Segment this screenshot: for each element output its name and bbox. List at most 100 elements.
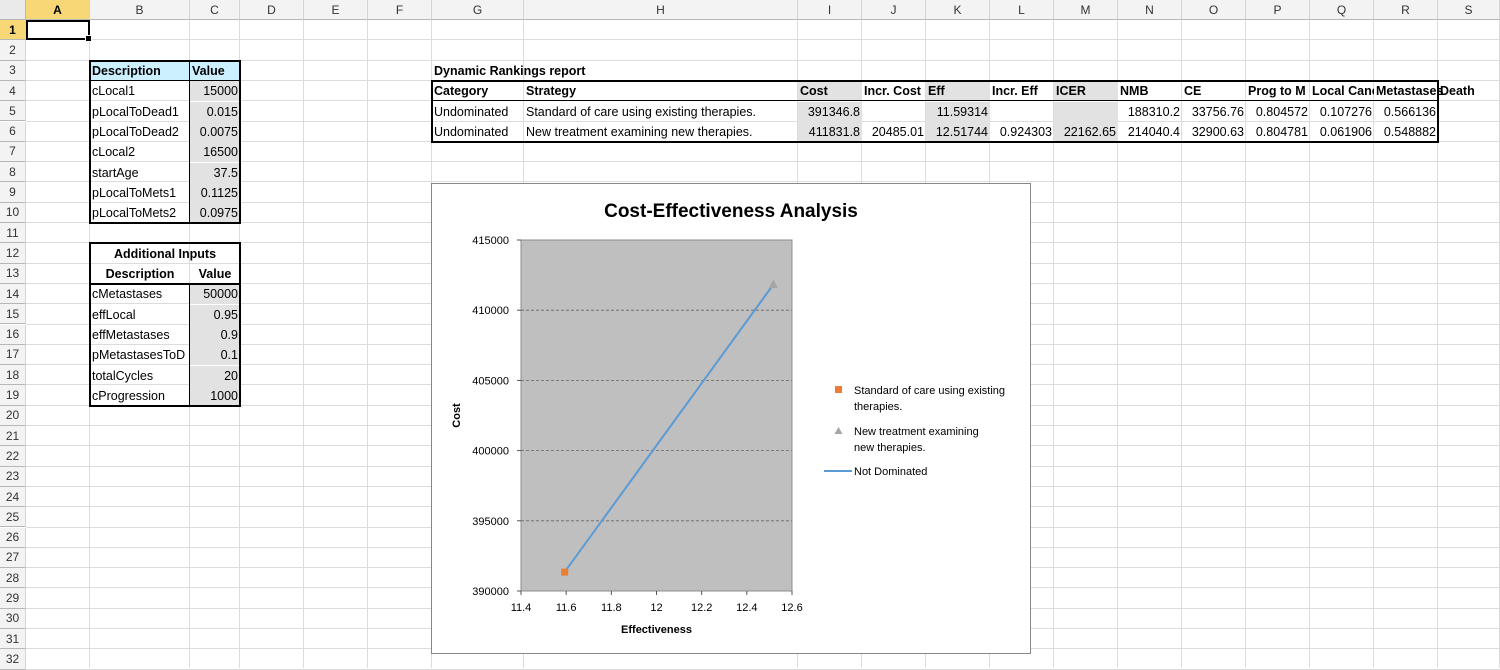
- row-header-29[interactable]: 29: [0, 588, 26, 609]
- column-header-A[interactable]: A: [26, 0, 90, 20]
- rankings-cell[interactable]: 11.59314: [926, 101, 990, 122]
- column-header-O[interactable]: O: [1182, 0, 1246, 20]
- additional-inputs-title[interactable]: Additional Inputs: [90, 244, 240, 264]
- rankings-header-11[interactable]: Metastases: [1374, 81, 1443, 101]
- row-header-12[interactable]: 12: [0, 243, 26, 264]
- active-cell-a1[interactable]: [26, 20, 92, 42]
- row-header-26[interactable]: 26: [0, 527, 26, 548]
- rankings-cell[interactable]: 0.061906: [1310, 122, 1374, 142]
- additional-value-cell[interactable]: 20: [190, 365, 240, 386]
- column-header-H[interactable]: H: [524, 0, 798, 20]
- row-header-4[interactable]: 4: [0, 80, 26, 102]
- column-header-F[interactable]: F: [368, 0, 432, 20]
- input-name-cell[interactable]: startAge: [90, 163, 190, 183]
- rankings-cell[interactable]: 214040.4: [1118, 122, 1182, 142]
- additional-name-cell[interactable]: totalCycles: [90, 366, 190, 386]
- row-header-22[interactable]: 22: [0, 446, 26, 467]
- column-header-B[interactable]: B: [90, 0, 190, 20]
- additional-value-cell[interactable]: 0.95: [190, 304, 240, 325]
- rankings-header-6[interactable]: ICER: [1054, 81, 1118, 102]
- rankings-cell[interactable]: Standard of care using existing therapie…: [524, 102, 798, 122]
- rankings-cell[interactable]: 32900.63: [1182, 122, 1246, 142]
- rankings-cell[interactable]: Undominated: [432, 102, 524, 122]
- column-header-G[interactable]: G: [432, 0, 524, 20]
- rankings-cell[interactable]: 0.548882: [1374, 122, 1438, 142]
- row-header-27[interactable]: 27: [0, 547, 26, 569]
- additional-name-cell[interactable]: cMetastases: [90, 284, 190, 304]
- rankings-header-8[interactable]: CE: [1182, 81, 1246, 101]
- input-value-cell[interactable]: 16500: [190, 142, 240, 163]
- rankings-header-3[interactable]: Incr. Cost: [862, 81, 926, 101]
- rankings-cell[interactable]: 12.51744: [926, 122, 990, 142]
- additional-name-cell[interactable]: effMetastases: [90, 325, 190, 345]
- input-name-cell[interactable]: cLocal2: [90, 142, 190, 162]
- rankings-cell[interactable]: 411831.8: [798, 122, 862, 142]
- row-header-7[interactable]: 7: [0, 141, 26, 163]
- inputs-header-value[interactable]: Value: [190, 61, 240, 82]
- rankings-header-2[interactable]: Cost: [798, 81, 862, 102]
- column-header-I[interactable]: I: [798, 0, 862, 20]
- row-header-2[interactable]: 2: [0, 40, 26, 61]
- column-header-S[interactable]: S: [1438, 0, 1500, 20]
- additional-value-cell[interactable]: 50000: [190, 284, 240, 305]
- rankings-header-10[interactable]: Local Canc: [1310, 81, 1374, 101]
- select-all-corner[interactable]: [0, 0, 26, 20]
- rankings-header-7[interactable]: NMB: [1118, 81, 1182, 101]
- input-name-cell[interactable]: cLocal1: [90, 81, 190, 101]
- rankings-cell[interactable]: 22162.65: [1054, 122, 1118, 142]
- rankings-cell[interactable]: [862, 102, 926, 122]
- row-header-23[interactable]: 23: [0, 466, 26, 487]
- additional-value-cell[interactable]: 0.9: [190, 325, 240, 345]
- rankings-cell[interactable]: 0.107276: [1310, 102, 1374, 122]
- input-name-cell[interactable]: pLocalToDead1: [90, 102, 190, 122]
- row-header-10[interactable]: 10: [0, 202, 26, 223]
- additional-header-value[interactable]: Value: [190, 264, 240, 284]
- rankings-cell[interactable]: 0.804781: [1246, 122, 1310, 142]
- rankings-cell[interactable]: [990, 102, 1054, 122]
- column-header-K[interactable]: K: [926, 0, 990, 20]
- additional-header-description[interactable]: Description: [90, 264, 190, 284]
- additional-name-cell[interactable]: effLocal: [90, 305, 190, 325]
- row-header-20[interactable]: 20: [0, 405, 26, 426]
- row-header-11[interactable]: 11: [0, 223, 26, 244]
- column-header-P[interactable]: P: [1246, 0, 1310, 20]
- input-value-cell[interactable]: 0.0075: [190, 122, 240, 142]
- rankings-cell[interactable]: 0.804572: [1246, 102, 1310, 122]
- row-header-5[interactable]: 5: [0, 101, 26, 122]
- row-header-8[interactable]: 8: [0, 162, 26, 183]
- row-header-3[interactable]: 3: [0, 60, 26, 81]
- column-header-C[interactable]: C: [190, 0, 240, 20]
- inputs-header-description[interactable]: Description: [90, 61, 190, 82]
- column-header-E[interactable]: E: [304, 0, 368, 20]
- additional-name-cell[interactable]: pMetastasesToD: [90, 345, 190, 365]
- column-header-L[interactable]: L: [990, 0, 1054, 20]
- cost-effectiveness-chart[interactable]: Cost-Effectiveness Analysis 390000 395000 4…: [431, 183, 1031, 654]
- row-header-15[interactable]: 15: [0, 304, 26, 325]
- column-header-R[interactable]: R: [1374, 0, 1438, 20]
- rankings-header-1[interactable]: Strategy: [524, 81, 798, 101]
- row-header-17[interactable]: 17: [0, 344, 26, 366]
- rankings-header-9[interactable]: Prog to M: [1246, 81, 1310, 101]
- column-header-M[interactable]: M: [1054, 0, 1118, 20]
- row-header-1[interactable]: 1: [0, 20, 26, 41]
- input-name-cell[interactable]: pLocalToDead2: [90, 122, 190, 142]
- row-header-32[interactable]: 32: [0, 649, 26, 670]
- rankings-title[interactable]: Dynamic Rankings report: [432, 61, 798, 81]
- row-header-13[interactable]: 13: [0, 263, 26, 284]
- rankings-cell[interactable]: 33756.76: [1182, 102, 1246, 122]
- fill-handle[interactable]: [85, 35, 92, 42]
- rankings-cell[interactable]: Undominated: [432, 122, 524, 142]
- rankings-cell[interactable]: 0.924303: [990, 122, 1054, 142]
- rankings-cell[interactable]: 391346.8: [798, 101, 862, 122]
- row-header-14[interactable]: 14: [0, 283, 26, 305]
- input-name-cell[interactable]: pLocalToMets1: [90, 183, 190, 203]
- additional-value-cell[interactable]: 0.1: [190, 345, 240, 366]
- input-value-cell[interactable]: 37.5: [190, 162, 240, 183]
- column-header-J[interactable]: J: [862, 0, 926, 20]
- rankings-header-5[interactable]: Incr. Eff: [990, 81, 1054, 101]
- rankings-cell[interactable]: [1438, 122, 1500, 142]
- row-header-30[interactable]: 30: [0, 608, 26, 629]
- rankings-header-12[interactable]: Death: [1438, 81, 1500, 101]
- rankings-cell[interactable]: 20485.01: [862, 122, 926, 142]
- row-header-31[interactable]: 31: [0, 629, 26, 650]
